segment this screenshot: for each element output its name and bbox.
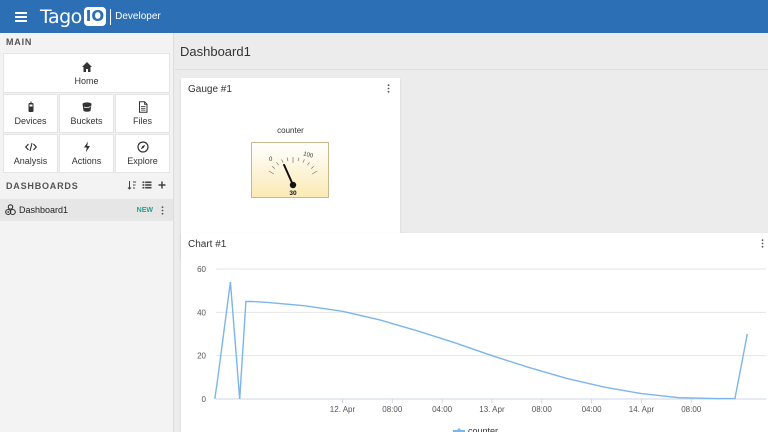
tile-label: Explore: [127, 156, 158, 166]
gauge-variable-label: counter: [277, 126, 304, 135]
main-content: Dashboard1 Gauge #1 counter 0 100 30 Cha…: [175, 33, 768, 432]
gauge-tick: [268, 170, 275, 175]
dashboards-section-title: DASHBOARDS: [6, 181, 79, 191]
sidebar-tile-home[interactable]: Home: [4, 54, 169, 92]
new-badge: NEW: [136, 206, 153, 214]
x-tick-label: 14. Apr: [629, 405, 655, 414]
logo-box: IO: [83, 7, 107, 26]
code-icon: [24, 142, 37, 152]
gauge-value-label: 30: [289, 190, 297, 197]
page-title: Dashboard1: [180, 44, 251, 59]
divider: [175, 69, 768, 70]
gauge-tick: [271, 166, 276, 169]
x-tick-label: 12. Apr: [330, 405, 356, 414]
sidebar-tile-analysis[interactable]: Analysis: [4, 135, 57, 172]
y-tick-label: 0: [202, 395, 207, 404]
x-tick-label: 13. Apr: [479, 405, 505, 414]
y-tick-label: 40: [197, 308, 206, 317]
more-options-icon[interactable]: [387, 84, 390, 93]
logo-text: Tago: [40, 5, 82, 28]
home-icon: [81, 61, 92, 72]
sort-icon[interactable]: [127, 180, 137, 190]
tile-label: Files: [132, 116, 152, 126]
menu-icon[interactable]: [15, 11, 27, 22]
sidebar-tile-actions[interactable]: Actions: [60, 135, 113, 172]
chart-legend[interactable]: counter: [453, 426, 498, 432]
legend-marker-icon: [453, 428, 465, 432]
line-chart: 0 20 40 60 12. Apr 08:00 04:00 13. Apr 08:00 04:0…: [197, 265, 766, 414]
list-icon[interactable]: [142, 180, 152, 190]
file-icon: [138, 101, 147, 113]
x-tick-label: 08:00: [382, 405, 403, 414]
y-tick-label: 20: [197, 352, 206, 361]
x-tick-label: 08:00: [681, 405, 702, 414]
x-tick-label: 04:00: [582, 405, 603, 414]
sidebar: MAIN Home Devices Buckets Files Analysis…: [0, 33, 174, 432]
tile-label: Analysis: [13, 156, 48, 166]
widget-title: Gauge #1: [188, 84, 232, 95]
gauge-dial: 0 100 30: [268, 151, 318, 197]
device-icon: [28, 101, 33, 112]
gauge-tick: [286, 157, 289, 162]
gauge-face: 0 100 30: [251, 142, 329, 198]
bolt-icon: [83, 141, 90, 153]
x-tick-label: 04:00: [432, 405, 453, 414]
gauge-tick: [311, 170, 318, 175]
gauge-tick: [310, 166, 315, 169]
y-tick-label: 60: [197, 265, 206, 274]
sidebar-tile-buckets[interactable]: Buckets: [60, 95, 113, 132]
more-options-icon[interactable]: [161, 205, 164, 215]
logo-subtitle: Developer: [115, 11, 161, 22]
gauge-tick: [276, 162, 279, 166]
gauge-needle: [283, 163, 294, 186]
compass-icon: [136, 141, 149, 153]
bucket-icon: [82, 102, 91, 112]
app-logo[interactable]: Tago IO Developer: [40, 0, 161, 33]
gauge-pivot: [289, 181, 297, 189]
dashboard-name: Dashboard1: [19, 205, 69, 215]
legend-label: counter: [468, 426, 499, 432]
logo-separator: [110, 8, 112, 25]
add-icon[interactable]: [157, 180, 167, 190]
sidebar-tile-explore[interactable]: Explore: [116, 135, 169, 172]
gauge-tick: [302, 159, 305, 163]
x-tick-label: 08:00: [532, 405, 553, 414]
tile-label: Actions: [71, 156, 102, 166]
gauge-tick: [281, 159, 284, 163]
tile-label: Home: [74, 75, 99, 86]
gauge-tick: [297, 157, 300, 162]
gauge-tick: [307, 162, 310, 166]
sidebar-tile-devices[interactable]: Devices: [4, 95, 57, 132]
series-line-counter[interactable]: [214, 281, 748, 400]
tile-label: Buckets: [70, 116, 103, 126]
tile-label: Devices: [14, 116, 47, 126]
dashboard-list-item[interactable]: Dashboard1 NEW: [0, 199, 173, 221]
chart-widget: Chart #1 0 20 40 60 12. Apr 08:00 04:00 13. Apr…: [181, 233, 768, 432]
dashboard-icon: [5, 204, 16, 216]
main-section-title: MAIN: [6, 37, 33, 47]
gauge-widget: Gauge #1 counter 0 100 30: [181, 78, 400, 259]
gauge-max-label: 100: [302, 151, 314, 160]
top-bar: Tago IO Developer: [0, 0, 768, 33]
gauge-min-label: 0: [269, 157, 273, 163]
sidebar-tile-files[interactable]: Files: [116, 95, 169, 132]
